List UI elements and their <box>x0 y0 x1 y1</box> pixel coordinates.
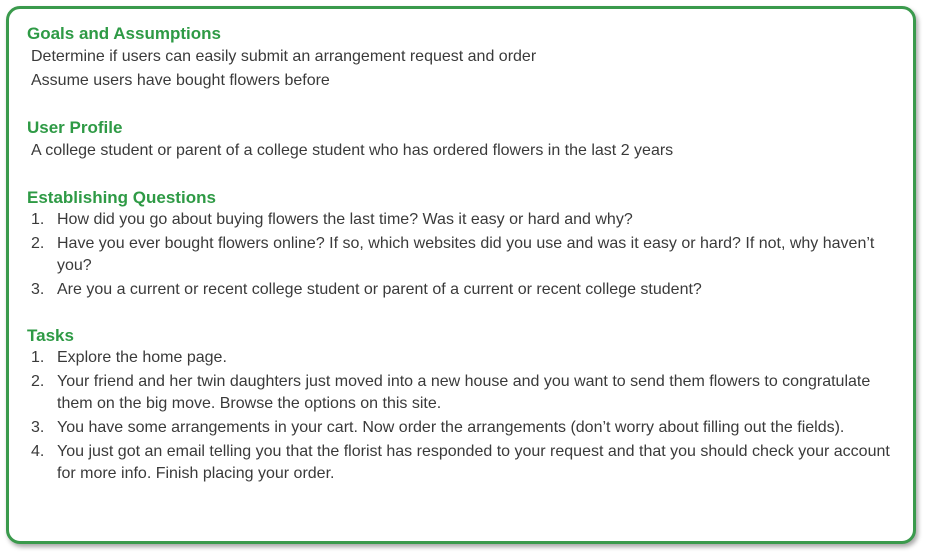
questions-list: 1. How did you go about buying flowers t… <box>27 209 897 301</box>
task-item: 2. Your friend and her twin daughters ju… <box>27 371 897 415</box>
tasks-list: 1. Explore the home page. 2. Your friend… <box>27 347 897 485</box>
question-number: 3. <box>31 281 45 298</box>
question-item: 3. Are you a current or recent college s… <box>27 279 897 301</box>
question-item: 1. How did you go about buying flowers t… <box>27 209 897 231</box>
task-text: You just got an email telling you that t… <box>57 443 890 482</box>
question-text: Have you ever bought flowers online? If … <box>57 235 875 274</box>
task-item: 4. You just got an email telling you tha… <box>27 441 897 485</box>
questions-section: Establishing Questions 1. How did you go… <box>27 187 897 301</box>
questions-heading: Establishing Questions <box>27 188 216 207</box>
task-item: 1. Explore the home page. <box>27 347 897 369</box>
goals-heading: Goals and Assumptions <box>27 24 221 43</box>
task-number: 4. <box>31 443 45 460</box>
user-profile-line: A college student or parent of a college… <box>31 142 674 159</box>
question-item: 2. Have you ever bought flowers online? … <box>27 233 897 277</box>
tasks-heading: Tasks <box>27 326 74 345</box>
task-number: 2. <box>31 373 45 390</box>
question-number: 1. <box>31 211 45 228</box>
task-number: 1. <box>31 349 45 366</box>
user-profile-heading: User Profile <box>27 118 123 137</box>
goals-line: Determine if users can easily submit an … <box>31 48 537 65</box>
task-number: 3. <box>31 419 45 436</box>
user-profile-section: User Profile A college student or parent… <box>27 117 897 163</box>
question-text: How did you go about buying flowers the … <box>57 211 633 228</box>
task-text: Your friend and her twin daughters just … <box>57 373 871 412</box>
task-text: Explore the home page. <box>57 349 227 366</box>
goals-line: Assume users have bought flowers before <box>31 72 330 89</box>
task-text: You have some arrangements in your cart.… <box>57 419 845 436</box>
usability-test-plan-card: Goals and Assumptions Determine if users… <box>6 6 916 544</box>
question-number: 2. <box>31 235 45 252</box>
tasks-section: Tasks 1. Explore the home page. 2. Your … <box>27 325 897 485</box>
question-text: Are you a current or recent college stud… <box>57 281 702 298</box>
goals-section: Goals and Assumptions Determine if users… <box>27 23 897 93</box>
task-item: 3. You have some arrangements in your ca… <box>27 417 897 439</box>
